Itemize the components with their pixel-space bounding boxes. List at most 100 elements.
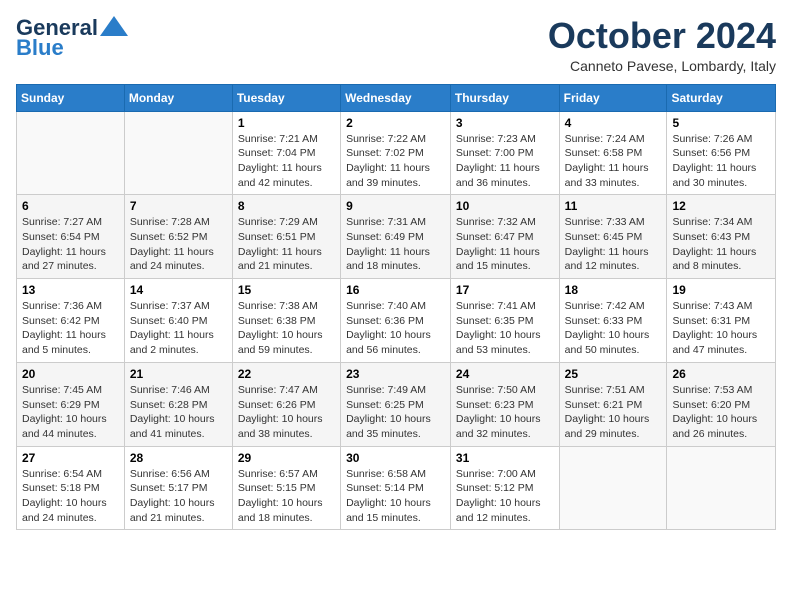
day-number: 14 xyxy=(130,283,227,297)
day-number: 23 xyxy=(346,367,445,381)
day-info: Sunrise: 7:33 AM Sunset: 6:45 PM Dayligh… xyxy=(565,215,662,274)
day-info: Sunrise: 7:26 AM Sunset: 6:56 PM Dayligh… xyxy=(672,132,770,191)
day-number: 11 xyxy=(565,199,662,213)
day-info: Sunrise: 7:37 AM Sunset: 6:40 PM Dayligh… xyxy=(130,299,227,358)
day-info: Sunrise: 7:00 AM Sunset: 5:12 PM Dayligh… xyxy=(456,467,554,526)
day-info: Sunrise: 7:21 AM Sunset: 7:04 PM Dayligh… xyxy=(238,132,335,191)
calendar-cell: 6Sunrise: 7:27 AM Sunset: 6:54 PM Daylig… xyxy=(17,195,125,279)
calendar-cell: 28Sunrise: 6:56 AM Sunset: 5:17 PM Dayli… xyxy=(124,446,232,530)
day-info: Sunrise: 6:57 AM Sunset: 5:15 PM Dayligh… xyxy=(238,467,335,526)
day-number: 22 xyxy=(238,367,335,381)
day-number: 4 xyxy=(565,116,662,130)
weekday-header: Wednesday xyxy=(341,84,451,111)
calendar-week-row: 6Sunrise: 7:27 AM Sunset: 6:54 PM Daylig… xyxy=(17,195,776,279)
day-number: 15 xyxy=(238,283,335,297)
weekday-header: Monday xyxy=(124,84,232,111)
calendar-cell: 29 Sunrise: 6:57 AM Sunset: 5:15 PM Dayli… xyxy=(232,446,340,530)
title-block: October 2024 Canneto Pavese, Lombardy, I… xyxy=(548,16,776,74)
day-info: Sunrise: 7:45 AM Sunset: 6:29 PM Dayligh… xyxy=(22,383,119,442)
day-info: Sunrise: 7:41 AM Sunset: 6:35 PM Dayligh… xyxy=(456,299,554,358)
day-number: 28 xyxy=(130,451,227,465)
day-info: Sunrise: 7:28 AM Sunset: 6:52 PM Dayligh… xyxy=(130,215,227,274)
day-number: 26 xyxy=(672,367,770,381)
calendar-cell: 31 Sunrise: 7:00 AM Sunset: 5:12 PM Dayli… xyxy=(450,446,559,530)
weekday-header: Saturday xyxy=(667,84,776,111)
day-info: Sunrise: 7:29 AM Sunset: 6:51 PM Dayligh… xyxy=(238,215,335,274)
calendar-cell: 4 Sunrise: 7:24 AM Sunset: 6:58 PM Daylig… xyxy=(559,111,667,195)
calendar-cell: 10 Sunrise: 7:32 AM Sunset: 6:47 PM Dayli… xyxy=(450,195,559,279)
day-number: 2 xyxy=(346,116,445,130)
calendar-cell: 23Sunrise: 7:49 AM Sunset: 6:25 PM Dayli… xyxy=(341,362,451,446)
calendar-week-row: 13Sunrise: 7:36 AM Sunset: 6:42 PM Dayli… xyxy=(17,279,776,363)
day-info: Sunrise: 7:22 AM Sunset: 7:02 PM Dayligh… xyxy=(346,132,445,191)
calendar-cell: 17 Sunrise: 7:41 AM Sunset: 6:35 PM Dayli… xyxy=(450,279,559,363)
day-info: Sunrise: 7:24 AM Sunset: 6:58 PM Dayligh… xyxy=(565,132,662,191)
day-number: 19 xyxy=(672,283,770,297)
calendar-cell: 22 Sunrise: 7:47 AM Sunset: 6:26 PM Dayli… xyxy=(232,362,340,446)
day-info: Sunrise: 7:40 AM Sunset: 6:36 PM Dayligh… xyxy=(346,299,445,358)
day-number: 12 xyxy=(672,199,770,213)
header-row: SundayMondayTuesdayWednesdayThursdayFrid… xyxy=(17,84,776,111)
calendar-cell: 9Sunrise: 7:31 AM Sunset: 6:49 PM Daylig… xyxy=(341,195,451,279)
day-number: 5 xyxy=(672,116,770,130)
calendar-body: 1 Sunrise: 7:21 AM Sunset: 7:04 PM Daylig… xyxy=(17,111,776,530)
calendar-table: SundayMondayTuesdayWednesdayThursdayFrid… xyxy=(16,84,776,531)
day-number: 3 xyxy=(456,116,554,130)
day-number: 7 xyxy=(130,199,227,213)
day-number: 6 xyxy=(22,199,119,213)
day-info: Sunrise: 7:32 AM Sunset: 6:47 PM Dayligh… xyxy=(456,215,554,274)
day-info: Sunrise: 7:43 AM Sunset: 6:31 PM Dayligh… xyxy=(672,299,770,358)
calendar-cell: 21 Sunrise: 7:46 AM Sunset: 6:28 PM Dayli… xyxy=(124,362,232,446)
day-info: Sunrise: 7:50 AM Sunset: 6:23 PM Dayligh… xyxy=(456,383,554,442)
day-info: Sunrise: 7:46 AM Sunset: 6:28 PM Dayligh… xyxy=(130,383,227,442)
calendar-week-row: 20Sunrise: 7:45 AM Sunset: 6:29 PM Dayli… xyxy=(17,362,776,446)
calendar-cell xyxy=(124,111,232,195)
calendar-cell xyxy=(667,446,776,530)
calendar-cell: 1 Sunrise: 7:21 AM Sunset: 7:04 PM Daylig… xyxy=(232,111,340,195)
day-info: Sunrise: 7:34 AM Sunset: 6:43 PM Dayligh… xyxy=(672,215,770,274)
calendar-cell: 12 Sunrise: 7:34 AM Sunset: 6:43 PM Dayli… xyxy=(667,195,776,279)
day-number: 17 xyxy=(456,283,554,297)
page-header: General Blue October 2024 Canneto Pavese… xyxy=(16,16,776,74)
day-info: Sunrise: 7:31 AM Sunset: 6:49 PM Dayligh… xyxy=(346,215,445,274)
weekday-header: Thursday xyxy=(450,84,559,111)
day-number: 31 xyxy=(456,451,554,465)
day-info: Sunrise: 6:54 AM Sunset: 5:18 PM Dayligh… xyxy=(22,467,119,526)
logo-blue: Blue xyxy=(16,36,64,60)
calendar-cell: 15 Sunrise: 7:38 AM Sunset: 6:38 PM Dayli… xyxy=(232,279,340,363)
calendar-cell: 7 Sunrise: 7:28 AM Sunset: 6:52 PM Daylig… xyxy=(124,195,232,279)
day-info: Sunrise: 7:36 AM Sunset: 6:42 PM Dayligh… xyxy=(22,299,119,358)
calendar-cell: 27 Sunrise: 6:54 AM Sunset: 5:18 PM Dayli… xyxy=(17,446,125,530)
day-number: 29 xyxy=(238,451,335,465)
calendar-cell: 2 Sunrise: 7:22 AM Sunset: 7:02 PM Daylig… xyxy=(341,111,451,195)
day-number: 21 xyxy=(130,367,227,381)
calendar-cell: 25 Sunrise: 7:51 AM Sunset: 6:21 PM Dayli… xyxy=(559,362,667,446)
calendar-cell: 3Sunrise: 7:23 AM Sunset: 7:00 PM Daylig… xyxy=(450,111,559,195)
calendar-cell: 30Sunrise: 6:58 AM Sunset: 5:14 PM Dayli… xyxy=(341,446,451,530)
calendar-cell: 5 Sunrise: 7:26 AM Sunset: 6:56 PM Daylig… xyxy=(667,111,776,195)
calendar-cell: 26 Sunrise: 7:53 AM Sunset: 6:20 PM Dayli… xyxy=(667,362,776,446)
weekday-header: Friday xyxy=(559,84,667,111)
day-info: Sunrise: 7:51 AM Sunset: 6:21 PM Dayligh… xyxy=(565,383,662,442)
weekday-header: Sunday xyxy=(17,84,125,111)
day-number: 18 xyxy=(565,283,662,297)
weekday-header: Tuesday xyxy=(232,84,340,111)
day-info: Sunrise: 7:47 AM Sunset: 6:26 PM Dayligh… xyxy=(238,383,335,442)
calendar-cell: 14 Sunrise: 7:37 AM Sunset: 6:40 PM Dayli… xyxy=(124,279,232,363)
calendar-week-row: 1 Sunrise: 7:21 AM Sunset: 7:04 PM Daylig… xyxy=(17,111,776,195)
day-number: 27 xyxy=(22,451,119,465)
location: Canneto Pavese, Lombardy, Italy xyxy=(548,58,776,74)
day-info: Sunrise: 7:42 AM Sunset: 6:33 PM Dayligh… xyxy=(565,299,662,358)
day-number: 30 xyxy=(346,451,445,465)
day-number: 10 xyxy=(456,199,554,213)
day-number: 8 xyxy=(238,199,335,213)
logo-icon xyxy=(100,16,128,36)
day-number: 25 xyxy=(565,367,662,381)
calendar-cell: 13Sunrise: 7:36 AM Sunset: 6:42 PM Dayli… xyxy=(17,279,125,363)
day-info: Sunrise: 7:53 AM Sunset: 6:20 PM Dayligh… xyxy=(672,383,770,442)
calendar-cell xyxy=(559,446,667,530)
day-info: Sunrise: 7:38 AM Sunset: 6:38 PM Dayligh… xyxy=(238,299,335,358)
calendar-cell: 16Sunrise: 7:40 AM Sunset: 6:36 PM Dayli… xyxy=(341,279,451,363)
day-number: 1 xyxy=(238,116,335,130)
calendar-cell: 8 Sunrise: 7:29 AM Sunset: 6:51 PM Daylig… xyxy=(232,195,340,279)
